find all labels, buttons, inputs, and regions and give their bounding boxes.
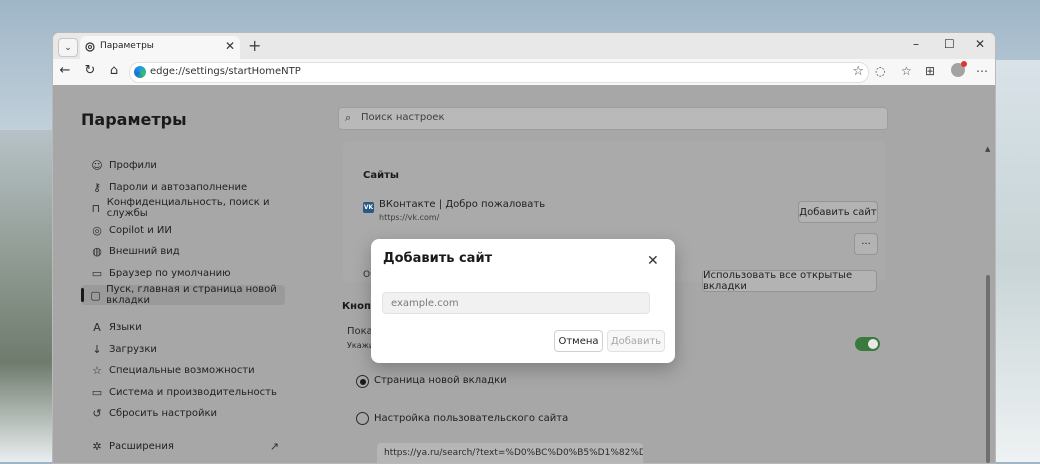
add-site-dialog: Добавить сайт ✕ Отмена Добавить bbox=[371, 239, 675, 363]
dialog-close-icon[interactable]: ✕ bbox=[647, 253, 659, 269]
sidebar-item-privacy[interactable]: ⊓ Конфиденциальность, поиск и службы bbox=[81, 197, 285, 219]
home-icon[interactable]: ⌂ bbox=[107, 64, 121, 78]
home-icon: ▢ bbox=[90, 288, 101, 302]
extensions-icon: ✲ bbox=[92, 439, 102, 453]
maximize-icon[interactable]: ☐ bbox=[944, 37, 955, 51]
profile-avatar-icon[interactable] bbox=[951, 61, 967, 77]
tab-strip: ⌄ Параметры ✕ + – ☐ ✕ bbox=[53, 33, 995, 59]
refresh-icon[interactable]: ↻ bbox=[83, 64, 97, 78]
site-url-input-wrapper bbox=[382, 292, 650, 314]
search-icon: ⌕ bbox=[345, 111, 352, 124]
language-icon: A bbox=[93, 320, 101, 334]
dialog-title: Добавить сайт bbox=[383, 251, 493, 266]
sidebar-item-copilot[interactable]: ◎ Copilot и ИИ bbox=[81, 220, 285, 240]
browser-essentials-icon[interactable]: ◌ bbox=[875, 64, 885, 78]
use-all-open-tabs-button[interactable]: Использовать все открытые вкладки bbox=[702, 270, 877, 292]
settings-search[interactable]: ⌕ Поиск настроек bbox=[338, 107, 888, 130]
browser-icon: ▭ bbox=[91, 266, 103, 280]
vk-favicon-icon: VK bbox=[363, 202, 374, 213]
gear-icon bbox=[85, 42, 95, 52]
sidebar-item-downloads[interactable]: ↓ Загрузки bbox=[81, 339, 285, 359]
desktop-wallpaper-right bbox=[994, 60, 1040, 462]
downloads-tray-icon[interactable]: ⊞ bbox=[925, 64, 935, 78]
scrollbar-thumb[interactable] bbox=[986, 275, 990, 463]
sidebar-item-system[interactable]: ▭ Система и производительность bbox=[81, 382, 285, 402]
profile-icon: ☺ bbox=[91, 158, 103, 172]
appearance-icon: ◍ bbox=[92, 244, 102, 258]
desktop-wallpaper-left bbox=[0, 130, 52, 462]
show-home-toggle[interactable] bbox=[855, 337, 880, 351]
download-icon: ↓ bbox=[92, 342, 102, 356]
page-title: Параметры bbox=[81, 110, 187, 129]
sidebar-item-reset[interactable]: ↺ Сбросить настройки bbox=[81, 403, 285, 423]
sidebar-item-extensions[interactable]: ✲ Расширения ↗ bbox=[81, 436, 285, 456]
accessibility-icon: ☆ bbox=[92, 363, 102, 377]
scrollbar[interactable]: ▲ bbox=[981, 137, 995, 463]
site-entry-url: https://vk.com/ bbox=[379, 213, 440, 222]
sidebar-item-appearance[interactable]: ◍ Внешний вид bbox=[81, 241, 285, 261]
system-icon: ▭ bbox=[91, 385, 103, 399]
external-link-icon: ↗ bbox=[269, 439, 279, 453]
sites-label: Сайты bbox=[363, 170, 399, 181]
sidebar-item-start-home-ntp[interactable]: ▢ Пуск, главная и страница новой вкладки bbox=[81, 284, 285, 306]
new-tab-plus-icon[interactable]: + bbox=[248, 36, 261, 55]
minimize-icon[interactable]: – bbox=[913, 37, 919, 51]
add-site-button[interactable]: Добавить сайт bbox=[798, 201, 878, 223]
scroll-up-arrow-icon[interactable]: ▲ bbox=[985, 145, 990, 153]
reset-icon: ↺ bbox=[92, 406, 102, 420]
sidebar-item-profiles[interactable]: ☺ Профили bbox=[81, 155, 285, 175]
address-bar[interactable]: edge://settings/startHomeNTP ☆ bbox=[129, 62, 869, 83]
sidebar-item-passwords[interactable]: ⚷ Пароли и автозаполнение bbox=[81, 177, 285, 197]
radio-new-tab-page[interactable] bbox=[356, 375, 369, 388]
tab-settings[interactable]: Параметры ✕ bbox=[80, 36, 240, 59]
address-url: edge://settings/startHomeNTP bbox=[150, 66, 301, 77]
edge-logo-icon bbox=[134, 66, 146, 78]
back-arrow-icon[interactable]: ← bbox=[58, 64, 72, 78]
add-button[interactable]: Добавить bbox=[607, 330, 665, 352]
key-icon: ⚷ bbox=[92, 180, 102, 194]
more-menu-icon[interactable]: ⋯ bbox=[976, 64, 988, 78]
radio-custom-site-label: Настройка пользовательского сайта bbox=[374, 413, 569, 424]
lock-icon: ⊓ bbox=[91, 201, 101, 215]
search-placeholder: Поиск настроек bbox=[361, 112, 445, 123]
custom-url-value: https://ya.ru/search/?text=%D0%BC%D0%B5%… bbox=[384, 448, 643, 458]
radio-new-tab-page-label: Страница новой вкладки bbox=[374, 375, 507, 386]
site-more-button[interactable]: ··· bbox=[854, 233, 878, 255]
custom-url-field[interactable]: https://ya.ru/search/?text=%D0%BC%D0%B5%… bbox=[377, 443, 643, 463]
tab-title: Параметры bbox=[100, 41, 154, 51]
copilot-icon: ◎ bbox=[92, 223, 102, 237]
tab-close-icon[interactable]: ✕ bbox=[225, 39, 235, 53]
show-home-sublabel-fragment: Укажи bbox=[347, 341, 375, 350]
site-url-input[interactable] bbox=[389, 293, 643, 313]
cancel-button[interactable]: Отмена bbox=[554, 330, 603, 352]
sidebar-item-accessibility[interactable]: ☆ Специальные возможности bbox=[81, 360, 285, 380]
toolbar: ← ↻ ⌂ edge://settings/startHomeNTP ☆ ◌ ☆… bbox=[53, 59, 995, 85]
window-close-icon[interactable]: ✕ bbox=[975, 37, 985, 51]
radio-custom-site[interactable] bbox=[356, 412, 369, 425]
sidebar-item-languages[interactable]: A Языки bbox=[81, 317, 285, 337]
favorite-star-icon[interactable]: ☆ bbox=[852, 64, 864, 79]
site-entry-title: ВКонтакте | Добро пожаловать bbox=[379, 199, 546, 210]
tab-actions-chevron-icon[interactable]: ⌄ bbox=[58, 38, 78, 57]
sidebar-item-default-browser[interactable]: ▭ Браузер по умолчанию bbox=[81, 263, 285, 283]
favorites-icon[interactable]: ☆ bbox=[901, 64, 912, 78]
